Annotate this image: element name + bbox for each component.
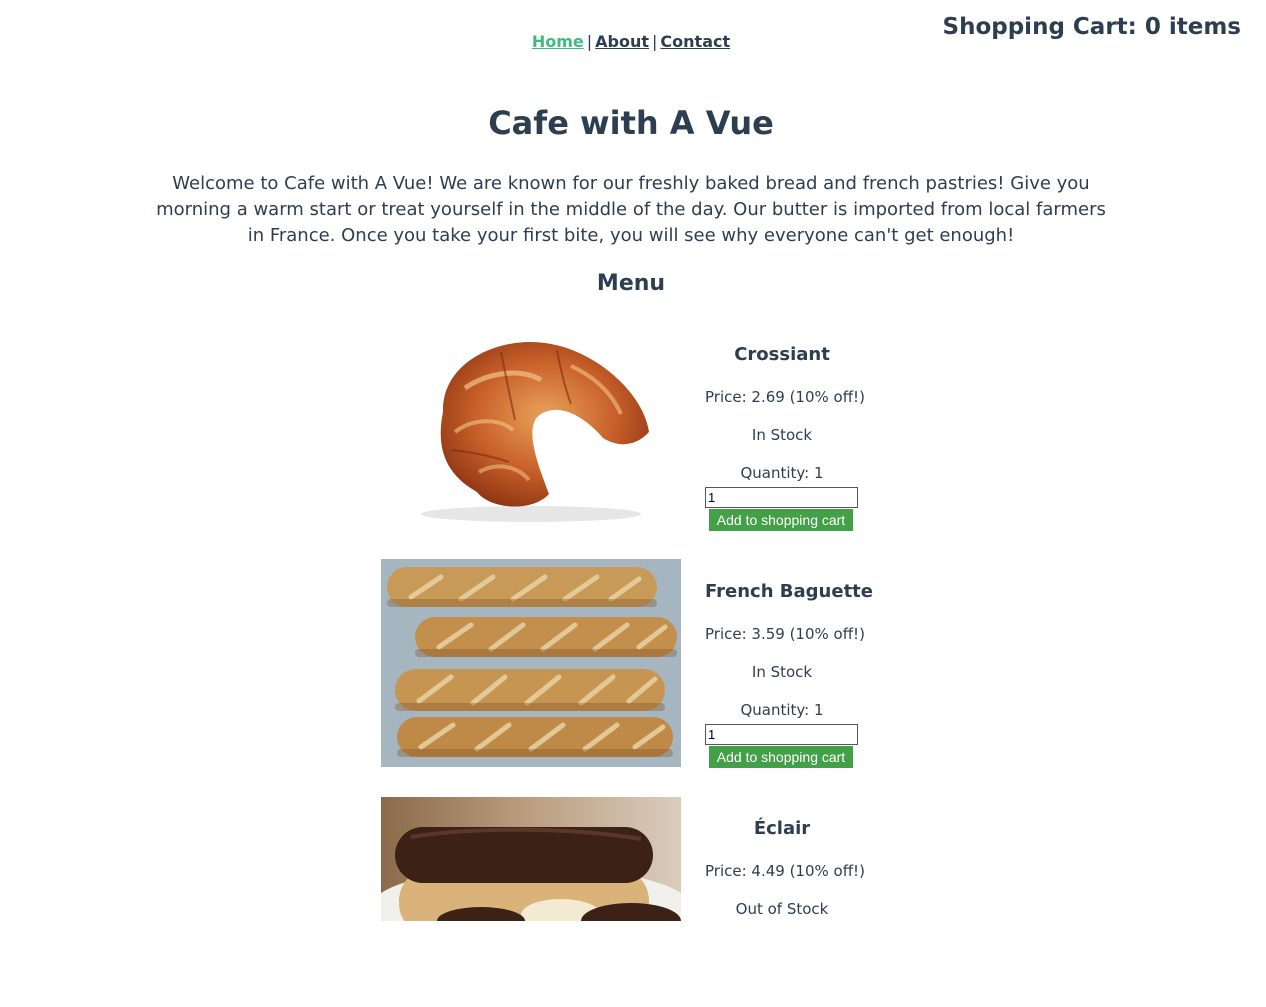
quantity-label: Quantity: 1 — [740, 464, 824, 482]
product-name: Éclair — [753, 818, 811, 839]
quantity-input[interactable] — [705, 724, 858, 745]
add-to-cart-button[interactable]: Add to shopping cart — [709, 746, 853, 768]
menu-item-croissant: Crossiant Price: 2.69 (10% off!) In Stoc… — [381, 322, 881, 532]
stock-status: Out of Stock — [735, 900, 829, 918]
menu-item-baguette: French Baguette Price: 3.59 (10% off!) I… — [381, 559, 881, 769]
page-title: Cafe with A Vue — [488, 104, 774, 142]
product-price: Price: 3.59 (10% off!) — [705, 625, 865, 643]
menu-item-eclair: Éclair Price: 4.49 (10% off!) Out of Sto… — [381, 797, 881, 1007]
nav-separator: | — [652, 32, 658, 51]
product-price: Price: 2.69 (10% off!) — [705, 388, 865, 406]
product-name: French Baguette — [705, 581, 873, 602]
quantity-input[interactable] — [705, 487, 858, 508]
nav-separator: | — [586, 32, 593, 51]
stock-status: In Stock — [751, 426, 813, 444]
stock-status: In Stock — [751, 663, 813, 681]
product-name: Crossiant — [734, 344, 830, 365]
intro-text: Welcome to Cafe with A Vue! We are known… — [156, 173, 1106, 246]
nav-link-contact[interactable]: Contact — [660, 32, 730, 51]
nav-link-about[interactable]: About — [595, 32, 649, 51]
add-to-cart-button[interactable]: Add to shopping cart — [709, 509, 853, 531]
product-price: Price: 4.49 (10% off!) — [705, 862, 865, 880]
nav-link-home[interactable]: Home — [532, 32, 584, 51]
quantity-label: Quantity: 1 — [740, 701, 824, 719]
main-nav: Home | About | Contact — [0, 32, 1262, 51]
croissant-image — [381, 322, 681, 530]
eclair-image — [381, 797, 681, 921]
menu-heading: Menu — [596, 271, 666, 296]
baguette-image — [381, 559, 681, 767]
